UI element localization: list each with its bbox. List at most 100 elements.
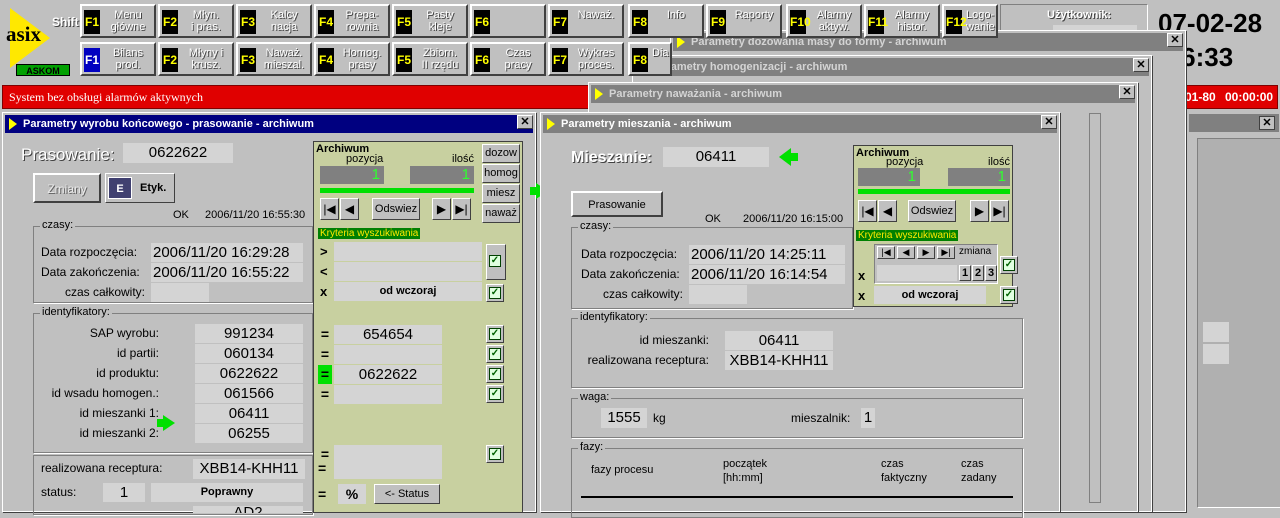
fkey-text: Młyn. i pras. — [191, 9, 221, 33]
fkey-top-f11[interactable]: F11 Alarmy histor. — [864, 4, 940, 38]
archiwum-panel: Archiwum pozycja ilość 1 1 |◀ ◀ Odswiez … — [313, 141, 523, 513]
zmiana-opt-2[interactable]: 2 — [972, 265, 984, 281]
fkey-bottom-f4[interactable]: F4 Homog. prasy — [314, 42, 390, 76]
window-prasowanie[interactable]: Parametry wyrobu końcowego - prasowanie … — [2, 112, 536, 515]
crit-field[interactable] — [334, 262, 482, 281]
fkey-top-f2[interactable]: F2 Młyn. i pras. — [158, 4, 234, 38]
odswiez-button[interactable]: Odswiez — [372, 198, 420, 220]
zmiana-last-icon[interactable]: ▶| — [937, 246, 955, 259]
zmiana-first-icon[interactable]: |◀ — [877, 246, 895, 259]
fkey-bottom-f5[interactable]: F5 Zbiorn. II rzędu — [392, 42, 468, 76]
crit-op: = — [318, 365, 332, 384]
progress-bar — [858, 189, 1010, 194]
fkey-label: F1 — [84, 10, 100, 34]
first-record-icon[interactable]: |◀ — [320, 198, 339, 220]
waga-value: 1555 — [601, 408, 647, 428]
fkey-label: F2 — [162, 10, 178, 34]
crit-check[interactable]: ✓ — [486, 244, 506, 280]
fkey-bottom-f2[interactable]: F2 Młyny i krusz. — [158, 42, 234, 76]
zmiana-selector: |◀ ◀ ▶ ▶| zmiana 1 2 3 — [874, 244, 998, 284]
crit-value[interactable]: 654654 — [334, 325, 442, 344]
next-record-icon[interactable]: ▶ — [432, 198, 451, 220]
zmiana-next-icon[interactable]: ▶ — [917, 246, 935, 259]
ident-value: 060134 — [195, 344, 303, 363]
crit-check[interactable]: ✓ — [486, 445, 504, 463]
fkey-label: F2 — [162, 48, 178, 72]
ident-label: realizowana receptura: — [587, 353, 709, 367]
czasy-value — [151, 283, 209, 302]
ilosc-label: ilość — [988, 156, 1011, 168]
last-record-icon[interactable]: ▶| — [990, 200, 1009, 222]
fkey-top-f10[interactable]: F10 Alarmy aktyw. — [786, 4, 862, 38]
close-icon[interactable]: ✕ — [1119, 85, 1135, 99]
fkey-text: Zbiorn. II rzędu — [421, 47, 459, 71]
od-wczoraj-check[interactable]: ✓ — [1000, 286, 1018, 304]
side-button-0[interactable]: dozow — [482, 144, 520, 163]
prev-record-icon[interactable]: ◀ — [878, 200, 897, 222]
od-wczoraj-field[interactable]: od wczoraj — [874, 286, 986, 304]
fkey-top-f7[interactable]: F7 Naważ. — [548, 4, 624, 38]
fkey-text: Alarmy histor. — [894, 9, 930, 33]
fkey-top-f1[interactable]: F1 Menu główne — [80, 4, 156, 38]
zmiana-check[interactable]: ✓ — [1000, 256, 1018, 274]
fkey-bottom-f8[interactable]: F8 Dia — [628, 42, 672, 76]
side-button-2[interactable]: miesz — [482, 184, 520, 203]
zmiana-prev-icon[interactable]: ◀ — [897, 246, 915, 259]
crit-op: x — [320, 284, 328, 299]
last-record-icon[interactable]: ▶| — [452, 198, 471, 220]
crit-check[interactable]: ✓ — [486, 345, 504, 363]
close-icon[interactable]: ✕ — [1259, 116, 1275, 130]
fkey-top-f5[interactable]: F5 Pasty kleje — [392, 4, 468, 38]
fkey-bottom-f6[interactable]: F6 Czas pracy — [470, 42, 546, 76]
fkey-bottom-f1[interactable]: F1 Bilans prod. — [80, 42, 156, 76]
close-icon[interactable]: ✕ — [1133, 58, 1149, 72]
fkey-top-f3[interactable]: F3 Kalcy nacja — [236, 4, 312, 38]
fkey-bottom-f3[interactable]: F3 Naważ. mieszal. — [236, 42, 312, 76]
first-record-icon[interactable]: |◀ — [858, 200, 877, 222]
status-num: 1 — [103, 483, 145, 502]
prev-record-icon[interactable]: ◀ — [340, 198, 359, 220]
fkey-top-f12[interactable]: F12 Logo- wanie — [942, 4, 998, 38]
next-record-icon[interactable]: ▶ — [970, 200, 989, 222]
zmiana-opt-3[interactable]: 3 — [985, 265, 997, 281]
odswiez-button[interactable]: Odswiez — [908, 200, 956, 222]
ident-label: SAP wyrobu: — [89, 326, 159, 340]
crit-check[interactable]: ✓ — [486, 365, 504, 383]
close-icon[interactable]: ✕ — [1167, 33, 1183, 47]
crit-field[interactable]: od wczoraj — [334, 282, 482, 301]
crit-op: < — [320, 264, 328, 279]
pozycja-value: 1 — [320, 166, 384, 184]
prasowanie-button[interactable]: Prasowanie — [571, 191, 663, 217]
fkey-text: Czas pracy — [504, 47, 532, 71]
fkey-label: F5 — [396, 10, 412, 34]
side-button-1[interactable]: homog — [482, 164, 520, 183]
fkey-top-f8[interactable]: F8 Info — [628, 4, 704, 38]
ident-value: XBB14-KHH11 — [725, 351, 833, 370]
crit-value[interactable] — [334, 345, 442, 364]
etyk-button[interactable]: E Etyk. — [105, 173, 175, 203]
crit-op: > — [320, 244, 328, 259]
crit-check[interactable]: ✓ — [486, 284, 504, 302]
crit-value[interactable] — [334, 460, 442, 479]
fkey-bottom-f7[interactable]: F7 Wykres proces. — [548, 42, 624, 76]
window-mieszanie[interactable]: Parametry mieszania - archiwum ✕ Mieszan… — [540, 112, 1060, 518]
zmiany-button[interactable]: Zmiany — [33, 173, 101, 203]
side-button-3[interactable]: naważ — [482, 204, 520, 223]
fkey-label: F4 — [318, 48, 334, 72]
zmiana-opt-1[interactable]: 1 — [959, 265, 971, 281]
crit-value[interactable]: 0622622 — [334, 365, 442, 384]
crit-value[interactable] — [334, 385, 442, 404]
fkey-top-f6[interactable]: F6 — [470, 4, 546, 38]
fkey-top-f9[interactable]: F9 Raporty — [706, 4, 782, 38]
crit-check[interactable]: ✓ — [486, 385, 504, 403]
fkey-top-f4[interactable]: F4 Prepa- rownia — [314, 4, 390, 38]
crit-field[interactable] — [334, 242, 482, 261]
crit-check[interactable]: ✓ — [486, 325, 504, 343]
pozycja-value: 1 — [858, 168, 920, 186]
status-button[interactable]: <- Status — [374, 484, 440, 504]
close-icon[interactable]: ✕ — [517, 115, 533, 129]
fazy-column-header: czas faktyczny — [881, 458, 927, 484]
fkey-label: F3 — [240, 10, 256, 34]
close-icon[interactable]: ✕ — [1041, 115, 1057, 129]
fkey-label: F8 — [632, 10, 648, 34]
